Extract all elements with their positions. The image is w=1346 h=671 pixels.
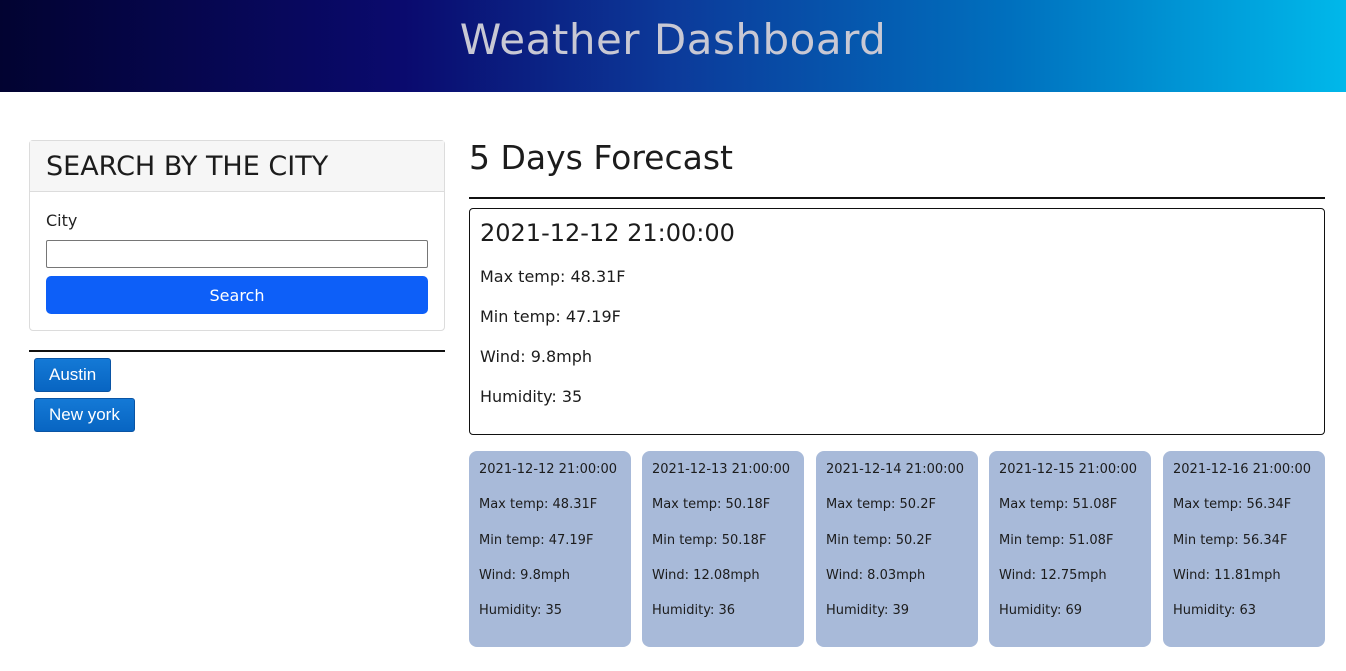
day-wind: Wind: 9.8mph [479,568,571,583]
current-max-temp: Max temp: 48.31F [480,267,626,286]
page-title: Weather Dashboard [459,14,887,64]
day-humidity: Humidity: 63 [1173,603,1257,618]
day-wind: Wind: 11.81mph [1173,568,1281,583]
day-max-temp: Max temp: 51.08F [999,497,1118,512]
day-max-temp: Max temp: 56.34F [1173,497,1292,512]
day-min-temp: Min temp: 56.34F [1173,533,1288,548]
history-button-austin[interactable]: Austin [34,358,112,392]
day-wind: Wind: 12.75mph [999,568,1107,583]
day-date: 2021-12-15 21:00:00 [999,462,1138,477]
day-card: 2021-12-16 21:00:00 Max temp: 56.34F Min… [1163,451,1325,647]
day-card: 2021-12-15 21:00:00 Max temp: 51.08F Min… [989,451,1151,647]
day-card: 2021-12-14 21:00:00 Max temp: 50.2F Min … [816,451,978,647]
day-date: 2021-12-16 21:00:00 [1173,462,1312,477]
forecast-divider [469,197,1325,199]
day-max-temp: Max temp: 48.31F [479,497,598,512]
day-date: 2021-12-12 21:00:00 [479,462,618,477]
day-max-temp: Max temp: 50.2F [826,497,936,512]
day-min-temp: Min temp: 50.18F [652,533,767,548]
forecast-days: 2021-12-12 21:00:00 Max temp: 48.31F Min… [469,451,1325,647]
current-humidity: Humidity: 35 [480,387,583,406]
current-min-temp: Min temp: 47.19F [480,307,621,326]
day-humidity: Humidity: 35 [479,603,563,618]
day-humidity: Humidity: 36 [652,603,736,618]
city-label: City [46,211,78,230]
day-card: 2021-12-12 21:00:00 Max temp: 48.31F Min… [469,451,631,647]
page-header: Weather Dashboard [0,0,1346,92]
day-max-temp: Max temp: 50.18F [652,497,771,512]
search-card-header: SEARCH BY THE CITY [30,141,444,192]
day-min-temp: Min temp: 47.19F [479,533,594,548]
day-min-temp: Min temp: 50.2F [826,533,933,548]
search-button[interactable]: Search [46,276,428,314]
history-divider [29,350,445,352]
current-wind: Wind: 9.8mph [480,347,593,366]
forecast-title: 5 Days Forecast [469,138,733,177]
day-wind: Wind: 8.03mph [826,568,926,583]
current-date: 2021-12-12 21:00:00 [480,219,735,247]
day-wind: Wind: 12.08mph [652,568,760,583]
day-date: 2021-12-13 21:00:00 [652,462,791,477]
search-card: SEARCH BY THE CITY City Search [29,140,445,331]
city-input[interactable] [46,240,428,268]
search-card-title: SEARCH BY THE CITY [46,150,329,182]
day-humidity: Humidity: 69 [999,603,1083,618]
current-weather-card: 2021-12-12 21:00:00 Max temp: 48.31F Min… [469,208,1325,435]
day-min-temp: Min temp: 51.08F [999,533,1114,548]
history-button-new-york[interactable]: New york [34,398,135,432]
day-date: 2021-12-14 21:00:00 [826,462,965,477]
day-humidity: Humidity: 39 [826,603,910,618]
day-card: 2021-12-13 21:00:00 Max temp: 50.18F Min… [642,451,804,647]
